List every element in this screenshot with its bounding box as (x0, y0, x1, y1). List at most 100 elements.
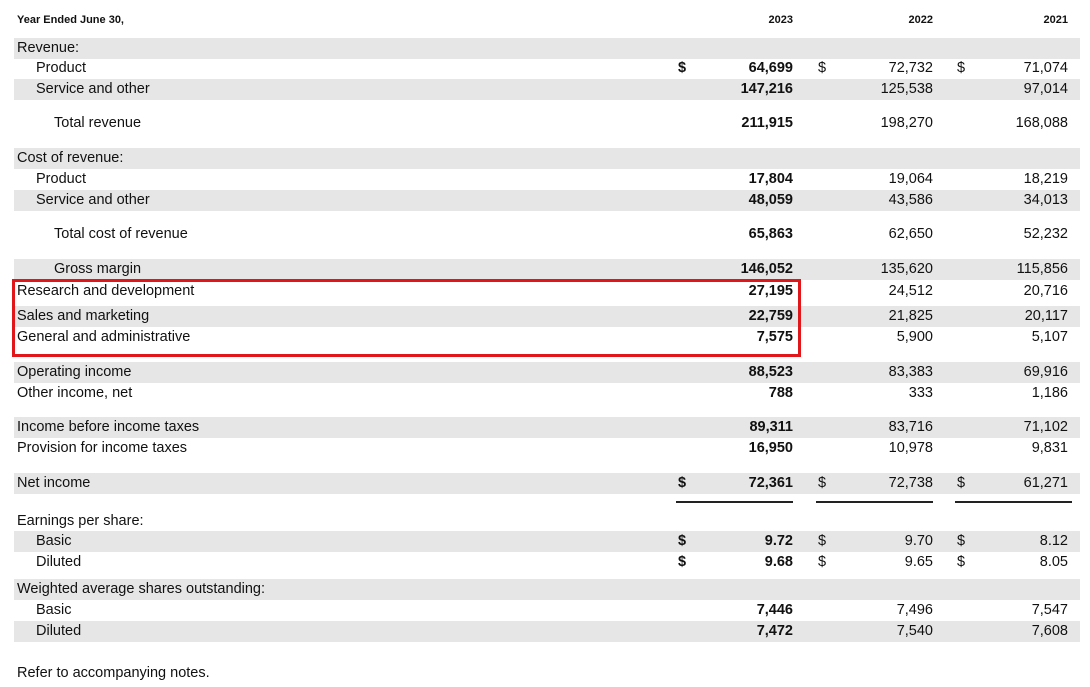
value-2023: 17,804 (748, 171, 793, 187)
dollar-sign-2022: $ (818, 60, 827, 76)
value-2021: 20,117 (1024, 308, 1068, 324)
value-2023: 147,216 (740, 81, 793, 97)
value-2022: 24,512 (888, 283, 933, 299)
value-2022: 83,383 (888, 364, 933, 380)
value-2022: 43,586 (888, 192, 933, 208)
row-label: Other income, net (17, 385, 133, 401)
value-2022: 72,738 (888, 475, 933, 491)
dollar-sign-2023: $ (678, 554, 687, 570)
row-label: Basic (36, 602, 72, 618)
dollar-sign-2022: $ (818, 554, 827, 570)
value-2021: 1,186 (1031, 385, 1068, 401)
table-row: Net income $ $ $72,361 72,738 61,271 (14, 473, 1080, 494)
value-2022: 7,496 (896, 602, 933, 618)
value-2021: 71,102 (1023, 419, 1068, 435)
value-2022: 10,978 (888, 440, 933, 456)
value-2021: 34,013 (1023, 192, 1068, 208)
net-income-underline-2022 (816, 501, 933, 503)
table-row: Service and other 48,059 43,586 34,013 (14, 190, 1080, 211)
value-2023: 9.68 (764, 554, 793, 570)
value-2021: 20,716 (1023, 283, 1068, 299)
row-label: Cost of revenue: (17, 150, 124, 166)
highlight-box (12, 279, 801, 357)
value-2022: 198,270 (880, 115, 933, 131)
value-2023: 88,523 (748, 364, 793, 380)
value-2023: 7,446 (756, 602, 793, 618)
value-2022: 135,620 (880, 261, 933, 277)
value-2023: 7,472 (756, 623, 793, 639)
row-label: Income before income taxes (17, 419, 200, 435)
row-label: Total cost of revenue (54, 226, 188, 242)
row-label: Diluted (36, 623, 82, 639)
value-2022: 333 (908, 385, 933, 401)
value-2022: 62,650 (888, 226, 933, 242)
value-2021: 69,916 (1023, 364, 1068, 380)
value-2022: 9.65 (904, 554, 933, 570)
row-label: Provision for income taxes (17, 440, 188, 456)
value-2022: 125,538 (880, 81, 933, 97)
row-label: Total revenue (54, 115, 142, 131)
value-2023: 16,950 (748, 440, 793, 456)
dollar-sign-2023: $ (678, 533, 687, 549)
value-2023: 211,915 (741, 115, 793, 131)
table-row: Diluted 7,472 7,540 7,608 (14, 621, 1080, 642)
dollar-sign-2021: $ (957, 554, 966, 570)
row-label: Basic (36, 533, 72, 549)
value-2022: 19,064 (888, 171, 933, 187)
net-income-underline-2023 (676, 501, 793, 503)
table-row: Total revenue 211,915 198,270 168,088 (14, 113, 1080, 134)
value-2021: 52,232 (1023, 226, 1068, 242)
table-row: Basic 7,446 7,496 7,547 (14, 600, 1080, 621)
value-2023: 9.72 (764, 533, 793, 549)
column-header-2023: 2023 (768, 14, 793, 26)
value-2021: 5,107 (1031, 329, 1068, 345)
column-header-2021: 2021 (1043, 14, 1068, 26)
footnote: Refer to accompanying notes. (17, 665, 210, 681)
column-header-period: Year Ended June 30, (17, 14, 124, 26)
row-label: Weighted average shares outstanding: (17, 581, 266, 597)
value-2021: 8.05 (1039, 554, 1068, 570)
dollar-sign-2023: $ (678, 60, 687, 76)
net-income-underline-2021 (955, 501, 1072, 503)
value-2021: 61,271 (1023, 475, 1068, 491)
table-row: Basic $ $ $9.72 9.70 8.12 (14, 531, 1080, 552)
table-row: Revenue: (14, 38, 1080, 59)
value-2022: 5,900 (896, 329, 933, 345)
value-2022: 9.70 (904, 533, 933, 549)
table-row: Service and other 147,216 125,538 97,014 (14, 79, 1080, 100)
value-2021: 8.12 (1039, 533, 1068, 549)
table-row: Diluted $ $ $9.68 9.65 8.05 (14, 552, 1080, 573)
value-2022: 72,732 (888, 60, 933, 76)
value-2023: 89,311 (749, 419, 793, 435)
table-row: Cost of revenue: (14, 148, 1080, 169)
value-2021: 71,074 (1023, 60, 1068, 76)
row-label: Gross margin (54, 261, 142, 277)
value-2021: 7,547 (1031, 602, 1068, 618)
table-row: Total cost of revenue 65,863 62,650 52,232 (14, 224, 1080, 245)
table-row: Other income, net 788 333 1,186 (14, 383, 1080, 404)
value-2023: 48,059 (748, 192, 793, 208)
dollar-sign-2022: $ (818, 475, 827, 491)
dollar-sign-2021: $ (957, 533, 966, 549)
row-label: Operating income (17, 364, 132, 380)
row-label: Diluted (36, 554, 82, 570)
row-label: Revenue: (17, 40, 80, 56)
column-header-2022: 2022 (908, 14, 933, 26)
row-label: Service and other (36, 81, 150, 97)
value-2023: 72,361 (748, 475, 793, 491)
dollar-sign-2022: $ (818, 533, 827, 549)
value-2023: 788 (768, 385, 793, 401)
dollar-sign-2021: $ (957, 475, 966, 491)
table-row: Income before income taxes 89,311 83,716 71… (14, 417, 1080, 438)
row-label: Product (36, 171, 86, 187)
value-2022: 7,540 (896, 623, 933, 639)
row-label: Service and other (36, 192, 150, 208)
value-2021: 168,088 (1015, 115, 1068, 131)
value-2022: 83,716 (888, 419, 933, 435)
value-2021: 18,219 (1023, 171, 1068, 187)
table-row: Provision for income taxes 16,950 10,978 9,… (14, 438, 1080, 459)
table-row: Gross margin 146,052 135,620 115,856 (14, 259, 1080, 280)
table-row: Product 17,804 19,064 18,219 (14, 169, 1080, 190)
value-2022: 21,825 (888, 308, 933, 324)
row-label: Net income (17, 475, 91, 491)
